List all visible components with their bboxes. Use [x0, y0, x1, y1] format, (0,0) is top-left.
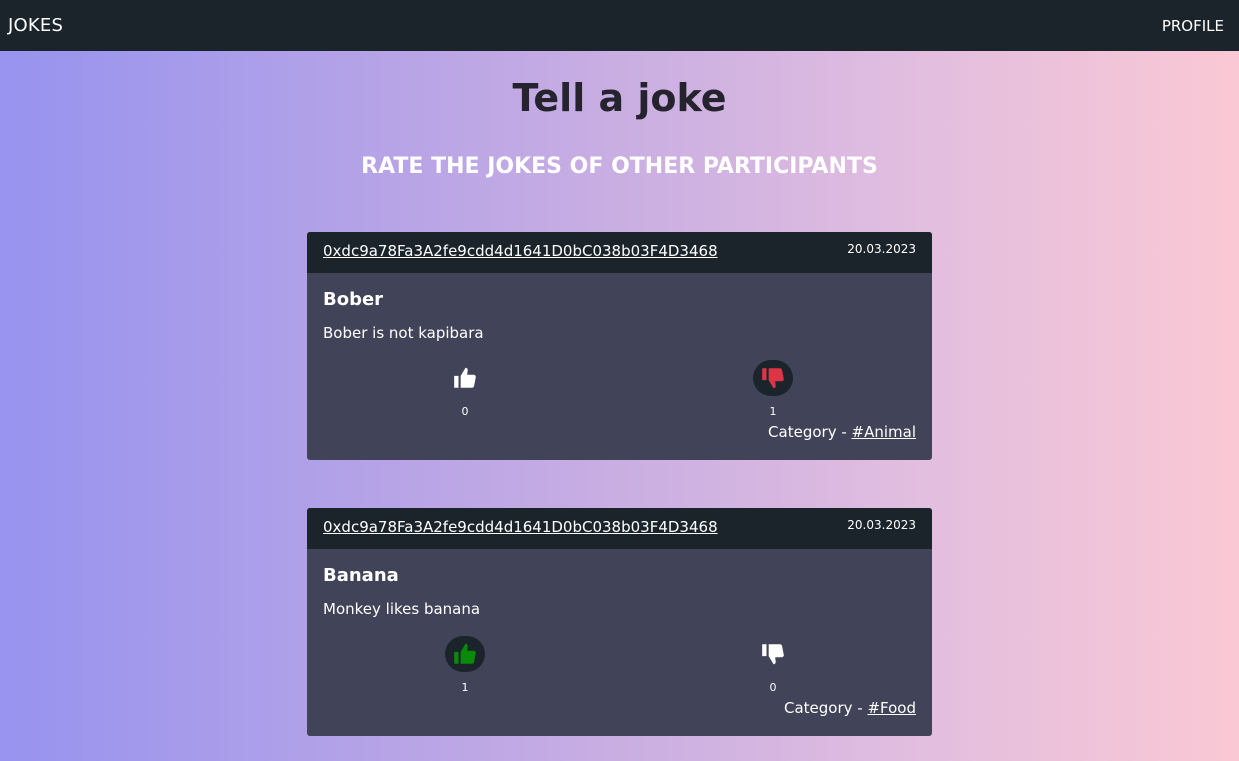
thumbs-down-icon [762, 644, 784, 665]
joke-card-header: 0xdc9a78Fa3A2fe9cdd4d1641D0bC038b03F4D34… [307, 508, 932, 549]
top-navbar: JOKES PROFILE [0, 0, 1239, 51]
like-vote: 1 [435, 636, 495, 694]
joke-category: Category - #Food [784, 699, 916, 717]
author-address-link[interactable]: 0xdc9a78Fa3A2fe9cdd4d1641D0bC038b03F4D34… [323, 518, 718, 536]
joke-card: 0xdc9a78Fa3A2fe9cdd4d1641D0bC038b03F4D34… [307, 232, 932, 460]
joke-title: Bober [323, 289, 384, 310]
joke-title: Banana [323, 565, 399, 586]
author-address-link[interactable]: 0xdc9a78Fa3A2fe9cdd4d1641D0bC038b03F4D34… [323, 242, 718, 260]
dislike-button[interactable] [753, 636, 793, 672]
brand-link[interactable]: JOKES [8, 15, 63, 36]
profile-link[interactable]: PROFILE [1162, 17, 1224, 35]
joke-date: 20.03.2023 [847, 518, 916, 532]
category-prefix: Category - [783, 699, 868, 717]
dislike-count: 0 [769, 681, 777, 694]
dislike-count: 1 [769, 405, 777, 418]
category-prefix: Category - [768, 423, 852, 441]
joke-category: Category - #Animal [768, 423, 916, 441]
category-link[interactable]: #Food [867, 699, 916, 717]
dislike-vote: 0 [743, 636, 803, 694]
like-button[interactable] [445, 360, 485, 396]
like-button[interactable] [445, 636, 485, 672]
page-title: Tell a joke [512, 76, 727, 120]
joke-date: 20.03.2023 [847, 242, 916, 256]
joke-card-header: 0xdc9a78Fa3A2fe9cdd4d1641D0bC038b03F4D34… [307, 232, 932, 273]
like-count: 0 [461, 405, 469, 418]
dislike-button[interactable] [753, 360, 793, 396]
joke-text: Monkey likes banana [323, 600, 481, 618]
thumbs-down-icon [762, 368, 784, 389]
category-link[interactable]: #Animal [852, 423, 916, 441]
joke-card: 0xdc9a78Fa3A2fe9cdd4d1641D0bC038b03F4D34… [307, 508, 932, 736]
like-vote: 0 [435, 360, 495, 418]
page-subtitle: RATE THE JOKES OF OTHER PARTICIPANTS [361, 154, 878, 179]
like-count: 1 [461, 681, 469, 694]
thumbs-up-icon [454, 367, 476, 388]
joke-text: Bober is not kapibara [323, 324, 484, 342]
dislike-vote: 1 [743, 360, 803, 418]
thumbs-up-icon [454, 643, 476, 664]
